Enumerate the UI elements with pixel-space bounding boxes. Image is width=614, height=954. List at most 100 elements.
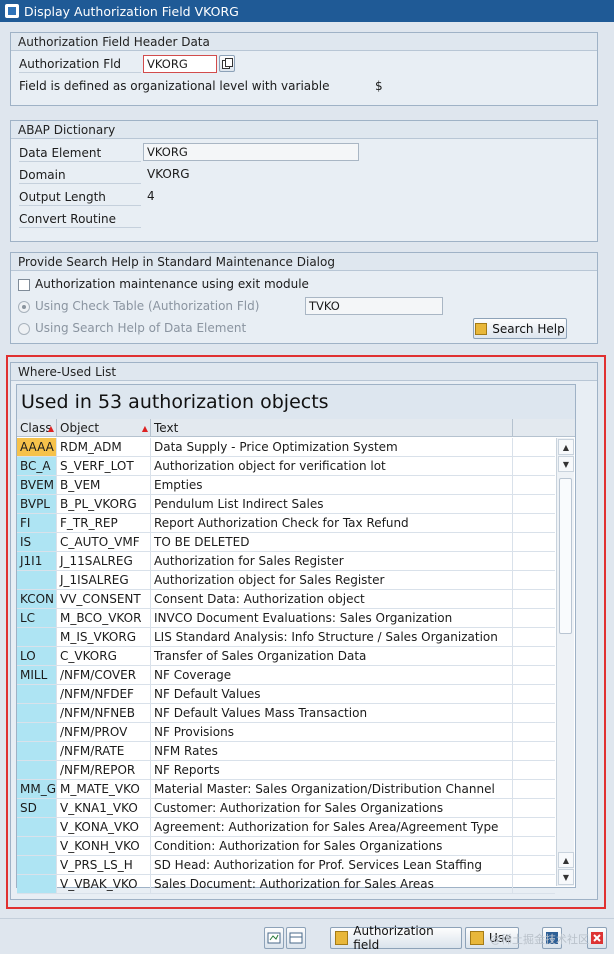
table-row[interactable]: /NFM/RATE NFM Rates: [17, 742, 555, 761]
row-object-cell[interactable]: V_KONH_VKO: [57, 837, 151, 855]
table-row[interactable]: IS C_AUTO_VMF TO BE DELETED: [17, 533, 555, 552]
row-text-cell: NF Provisions: [151, 723, 513, 741]
table-row[interactable]: SD V_KNA1_VKO Customer: Authorization for …: [17, 799, 555, 818]
row-class-cell: LC: [17, 609, 57, 627]
table-row[interactable]: MILL/NFM/COVER NF Coverage: [17, 666, 555, 685]
table-row[interactable]: LO C_VKORG Transfer of Sales Organization …: [17, 647, 555, 666]
table-row[interactable]: BVEM B_VEM Empties: [17, 476, 555, 495]
row-object-cell[interactable]: V_VBAK_VKO: [57, 875, 151, 893]
row-object-cell[interactable]: J_1ISALREG: [57, 571, 151, 589]
check-table-option[interactable]: Using Check Table (Authorization Fld): [18, 299, 259, 313]
row-text-cell: LIS Standard Analysis: Info Structure / …: [151, 628, 513, 646]
table-row[interactable]: LC M_BCO_VKOR INVCO Document Evaluations: …: [17, 609, 555, 628]
layout-icon[interactable]: [286, 927, 306, 949]
row-text-cell: Authorization object for Sales Register: [151, 571, 513, 589]
authorization-field-button[interactable]: Authorization field: [330, 924, 462, 952]
sort-up-icon: ▲: [47, 424, 54, 433]
scroll-down-icon[interactable]: ▼: [558, 456, 574, 472]
row-object-cell[interactable]: /NFM/NFDEF: [57, 685, 151, 703]
header-data-group: Authorization Field Header Data Authoriz…: [10, 32, 598, 106]
table-row[interactable]: /NFM/REPOR NF Reports: [17, 761, 555, 780]
exit-module-checkbox[interactable]: [18, 278, 30, 291]
row-object-cell[interactable]: C_VKORG: [57, 647, 151, 665]
authorization-field-icon: [335, 931, 349, 945]
column-text[interactable]: Text: [151, 419, 513, 436]
row-object-cell[interactable]: RDM_ADM: [57, 438, 151, 456]
row-text-cell: Condition: Authorization for Sales Organ…: [151, 837, 513, 855]
row-object-cell[interactable]: S_VERF_LOT: [57, 457, 151, 475]
row-object-cell[interactable]: B_PL_VKORG: [57, 495, 151, 513]
table-row[interactable]: BC_A S_VERF_LOT Authorization object for v…: [17, 457, 555, 476]
header-data-title: Authorization Field Header Data: [11, 33, 597, 51]
search-help-title: Provide Search Help in Standard Maintena…: [11, 253, 597, 271]
table-row[interactable]: MM_G M_MATE_VKO Material Master: Sales Org…: [17, 780, 555, 799]
row-object-cell[interactable]: C_AUTO_VMF: [57, 533, 151, 551]
table-row[interactable]: V_KONA_VKO Agreement: Authorization for S…: [17, 818, 555, 837]
exit-module-option[interactable]: Authorization maintenance using exit mod…: [18, 277, 309, 291]
row-class-cell: BVEM: [17, 476, 57, 494]
row-class-cell: FI: [17, 514, 57, 532]
row-object-cell[interactable]: V_PRS_LS_H: [57, 856, 151, 874]
watermark-text: @稀土掘金技术社区: [490, 933, 589, 946]
row-object-cell[interactable]: /NFM/COVER: [57, 666, 151, 684]
table-row[interactable]: V_VBAK_VKO Sales Document: Authorization …: [17, 875, 555, 894]
row-text-cell: Authorization for Sales Register: [151, 552, 513, 570]
row-object-cell[interactable]: /NFM/NFNEB: [57, 704, 151, 722]
row-class-cell: KCON: [17, 590, 57, 608]
scroll-down-bottom-icon[interactable]: ▼: [558, 869, 574, 885]
row-class-cell: SD: [17, 799, 57, 817]
domain-label: Domain: [19, 166, 141, 184]
table-row[interactable]: /NFM/PROV NF Provisions: [17, 723, 555, 742]
close-icon[interactable]: [587, 927, 607, 949]
scroll-thumb[interactable]: [559, 478, 572, 634]
column-object[interactable]: Object ▲: [57, 419, 151, 436]
row-object-cell[interactable]: VV_CONSENT: [57, 590, 151, 608]
where-used-list: Used in 53 authorization objects Class ▲ …: [16, 384, 576, 894]
check-table-field[interactable]: TVKO: [305, 297, 443, 315]
table-row[interactable]: BVPL B_PL_VKORG Pendulum List Indirect Sal…: [17, 495, 555, 514]
table-row[interactable]: V_KONH_VKO Condition: Authorization for S…: [17, 837, 555, 856]
exit-module-label: Authorization maintenance using exit mod…: [35, 277, 309, 291]
row-object-cell[interactable]: F_TR_REP: [57, 514, 151, 532]
check-table-radio[interactable]: [18, 300, 30, 313]
scroll-up-bottom-icon[interactable]: ▲: [558, 852, 574, 868]
settings-icon[interactable]: [264, 927, 284, 949]
data-element-field[interactable]: VKORG: [143, 143, 359, 161]
auth-field-input[interactable]: VKORG: [143, 55, 217, 73]
copy-icon[interactable]: [219, 55, 235, 72]
row-object-cell[interactable]: /NFM/RATE: [57, 742, 151, 760]
row-object-cell[interactable]: J_11SALREG: [57, 552, 151, 570]
row-object-cell[interactable]: V_KONA_VKO: [57, 818, 151, 836]
footer-toolbar: Authorization field Use i @稀土掘金技术社区: [0, 918, 614, 954]
row-class-cell: [17, 628, 57, 646]
column-header-row: Class ▲ Object ▲ Text: [17, 419, 575, 437]
row-object-cell[interactable]: /NFM/PROV: [57, 723, 151, 741]
list-scrollbar[interactable]: ▲ ▼ ▲ ▼: [556, 438, 574, 886]
row-object-cell[interactable]: M_MATE_VKO: [57, 780, 151, 798]
row-text-cell: Empties: [151, 476, 513, 494]
authorization-field-label: Authorization field: [353, 924, 434, 952]
row-object-cell[interactable]: V_KNA1_VKO: [57, 799, 151, 817]
row-text-cell: Customer: Authorization for Sales Organi…: [151, 799, 513, 817]
row-class-cell: [17, 742, 57, 760]
table-row[interactable]: J1I1 J_11SALREG Authorization for Sales Re…: [17, 552, 555, 571]
row-object-cell[interactable]: B_VEM: [57, 476, 151, 494]
row-object-cell[interactable]: /NFM/REPOR: [57, 761, 151, 779]
table-row[interactable]: FI F_TR_REP Report Authorization Check for…: [17, 514, 555, 533]
table-row[interactable]: /NFM/NFDEF NF Default Values: [17, 685, 555, 704]
search-help-button[interactable]: Search Help: [473, 318, 567, 339]
table-row[interactable]: M_IS_VKORG LIS Standard Analysis: Info St…: [17, 628, 555, 647]
search-help-radio[interactable]: [18, 322, 30, 335]
column-class[interactable]: Class ▲: [17, 419, 57, 436]
table-row[interactable]: /NFM/NFNEB NF Default Values Mass Transac…: [17, 704, 555, 723]
table-row[interactable]: J_1ISALREG Authorization object for Sales…: [17, 571, 555, 590]
row-object-cell[interactable]: M_IS_VKORG: [57, 628, 151, 646]
search-help-option[interactable]: Using Search Help of Data Element: [18, 321, 246, 335]
row-object-cell[interactable]: M_BCO_VKOR: [57, 609, 151, 627]
table-row[interactable]: KCON VV_CONSENT Consent Data: Authorizatio…: [17, 590, 555, 609]
row-text-cell: NF Coverage: [151, 666, 513, 684]
output-length-label: Output Length: [19, 188, 141, 206]
table-row[interactable]: V_PRS_LS_H SD Head: Authorization for Pro…: [17, 856, 555, 875]
table-row[interactable]: AAAA RDM_ADM Data Supply - Price Optimizat…: [17, 438, 555, 457]
scroll-up-icon[interactable]: ▲: [558, 439, 574, 455]
